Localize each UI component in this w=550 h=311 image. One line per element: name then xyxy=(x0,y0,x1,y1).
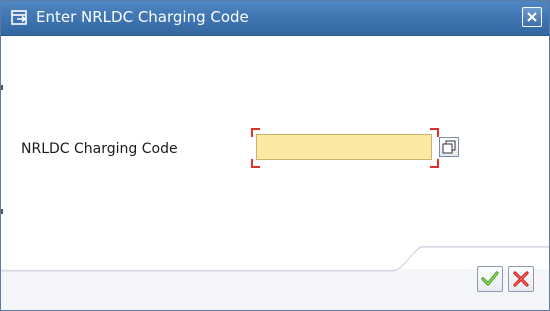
cancel-x-icon xyxy=(513,271,529,287)
required-marker xyxy=(251,159,260,168)
edge-marker xyxy=(1,209,3,214)
required-marker xyxy=(430,159,439,168)
ok-button[interactable] xyxy=(477,266,503,292)
dialog-titlebar: Enter NRLDC Charging Code xyxy=(1,1,549,36)
dialog-enter-icon xyxy=(11,9,29,27)
charging-code-input[interactable] xyxy=(256,134,432,160)
close-icon xyxy=(527,12,537,22)
checkmark-icon xyxy=(481,271,499,286)
value-help-icon xyxy=(442,140,456,154)
required-field-frame xyxy=(251,128,439,168)
footer-separator xyxy=(1,246,549,273)
dialog-title: Enter NRLDC Charging Code xyxy=(36,8,249,26)
cancel-button[interactable] xyxy=(508,266,534,292)
value-help-button[interactable] xyxy=(439,137,459,157)
close-button[interactable] xyxy=(522,7,542,27)
dialog-window: Enter NRLDC Charging Code NRLDC Charging… xyxy=(0,0,550,311)
field-label-charging-code: NRLDC Charging Code xyxy=(21,141,178,157)
edge-marker xyxy=(1,85,3,90)
